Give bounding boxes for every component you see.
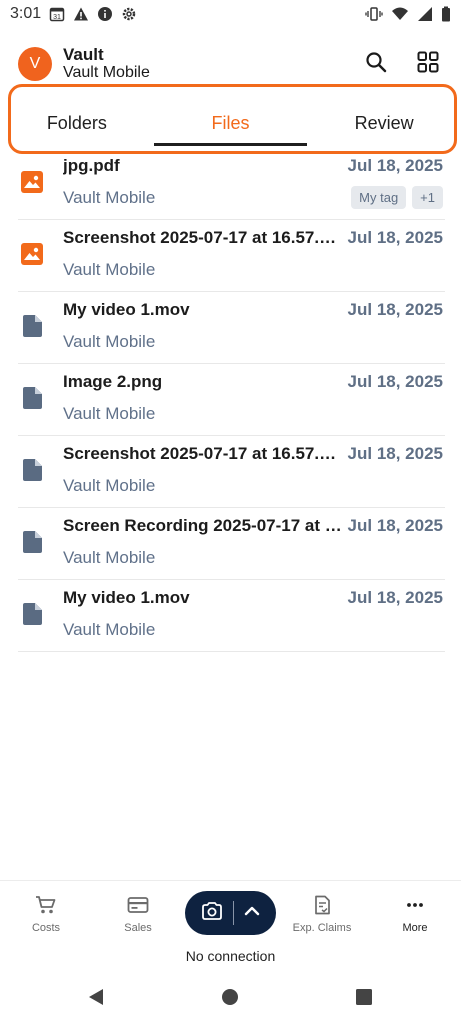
nav-label-more: More: [402, 922, 428, 934]
calendar-day: 31: [53, 14, 61, 21]
file-name: Screen Recording 2025-07-17 at 16.58.mov: [63, 516, 345, 535]
status-bar-right: [365, 6, 451, 22]
bottom-nav: Costs Sales Exp. Claims More: [0, 880, 461, 940]
tag-badge[interactable]: My tag: [351, 186, 407, 209]
file-source: Vault Mobile: [63, 332, 156, 351]
battery-icon: [441, 6, 451, 22]
wifi-icon: [391, 6, 409, 22]
tab-review[interactable]: Review: [307, 100, 461, 146]
document-icon: [20, 530, 44, 554]
app-header: V Vault Vault Mobile: [0, 40, 461, 88]
file-date: Jul 18, 2025: [347, 228, 443, 247]
cart-icon: [35, 895, 57, 918]
file-name: My video 1.mov: [63, 300, 190, 319]
file-name: My video 1.mov: [63, 588, 190, 607]
tab-files[interactable]: Files: [153, 100, 308, 146]
more-dots-icon: [405, 895, 425, 918]
status-time: 3:01: [10, 5, 42, 22]
file-name: Screenshot 2025-07-17 at 16.57.17.png: [63, 444, 345, 463]
header-actions: [365, 51, 443, 78]
home-icon[interactable]: [221, 988, 239, 1011]
nav-item-exp-claims[interactable]: Exp. Claims: [282, 895, 362, 934]
back-icon[interactable]: [87, 988, 105, 1011]
nav-label-costs: Costs: [31, 922, 61, 934]
file-source: Vault Mobile: [63, 404, 156, 423]
file-date: Jul 18, 2025: [347, 300, 443, 319]
list-item[interactable]: My video 1.mov Jul 18, 2025 Vault Mobile: [18, 292, 445, 364]
nav-label-sales: Sales: [124, 922, 152, 934]
image-file-icon: [20, 170, 44, 194]
nav-item-sales[interactable]: Sales: [98, 895, 178, 934]
file-date: Jul 18, 2025: [347, 156, 443, 175]
file-date: Jul 18, 2025: [347, 372, 443, 391]
file-list: jpg.pdf Jul 18, 2025 Vault Mobile My tag…: [0, 148, 461, 652]
status-bar-left: 3:01 31: [10, 5, 137, 23]
file-name: Screenshot 2025-07-17 at 16.57.17.png: [63, 228, 345, 247]
file-name: jpg.pdf: [63, 156, 120, 175]
settings-icon: [121, 6, 137, 22]
card-icon: [127, 895, 149, 918]
info-icon: [97, 6, 113, 22]
document-icon: [20, 602, 44, 626]
file-date: Jul 18, 2025: [347, 444, 443, 463]
list-item[interactable]: Screenshot 2025-07-17 at 16.57.17.png Ju…: [18, 220, 445, 292]
recents-icon[interactable]: [355, 988, 373, 1011]
receipt-icon: [312, 895, 332, 918]
page-subtitle: Vault Mobile: [63, 64, 150, 81]
calendar-icon: 31: [49, 6, 65, 22]
list-item[interactable]: jpg.pdf Jul 18, 2025 Vault Mobile My tag…: [18, 148, 445, 220]
search-icon[interactable]: [365, 51, 387, 78]
signal-icon: [417, 6, 433, 22]
pill-divider: [233, 901, 234, 925]
file-source: Vault Mobile: [63, 620, 156, 639]
tab-folders[interactable]: Folders: [0, 100, 154, 146]
file-source: Vault Mobile: [63, 548, 156, 567]
list-item[interactable]: My video 1.mov Jul 18, 2025 Vault Mobile: [18, 580, 445, 652]
file-source: Vault Mobile: [63, 188, 156, 207]
page-title: Vault: [63, 45, 104, 64]
image-file-icon: [20, 242, 44, 266]
document-icon: [20, 386, 44, 410]
list-item[interactable]: Image 2.png Jul 18, 2025 Vault Mobile: [18, 364, 445, 436]
system-nav-bar: [0, 975, 461, 1019]
nav-label-exp-claims: Exp. Claims: [292, 922, 352, 934]
file-date: Jul 18, 2025: [347, 516, 443, 535]
tab-bar: Folders Files Review: [0, 100, 461, 146]
document-icon: [20, 314, 44, 338]
nav-item-more[interactable]: More: [375, 895, 455, 934]
status-bar: 3:01 31: [0, 0, 461, 28]
list-item[interactable]: Screenshot 2025-07-17 at 16.57.17.png Ju…: [18, 436, 445, 508]
file-name: Image 2.png: [63, 372, 163, 391]
document-icon: [20, 458, 44, 482]
nav-item-costs[interactable]: Costs: [6, 895, 86, 934]
chevron-up-icon[interactable]: [244, 904, 260, 922]
header-titles: Vault Vault Mobile: [63, 46, 150, 82]
file-source: Vault Mobile: [63, 260, 156, 279]
vibrate-icon: [365, 6, 383, 22]
alert-icon: [73, 6, 89, 22]
avatar[interactable]: V: [18, 47, 52, 81]
tag-group: My tag +1: [351, 186, 443, 209]
list-item[interactable]: Screen Recording 2025-07-17 at 16.58.mov…: [18, 508, 445, 580]
file-source: Vault Mobile: [63, 476, 156, 495]
more-tags-badge[interactable]: +1: [412, 186, 443, 209]
capture-pill: [185, 891, 276, 935]
file-date: Jul 18, 2025: [347, 588, 443, 607]
connection-status: No connection: [185, 948, 276, 964]
camera-icon[interactable]: [201, 901, 223, 926]
grid-icon[interactable]: [417, 51, 439, 78]
